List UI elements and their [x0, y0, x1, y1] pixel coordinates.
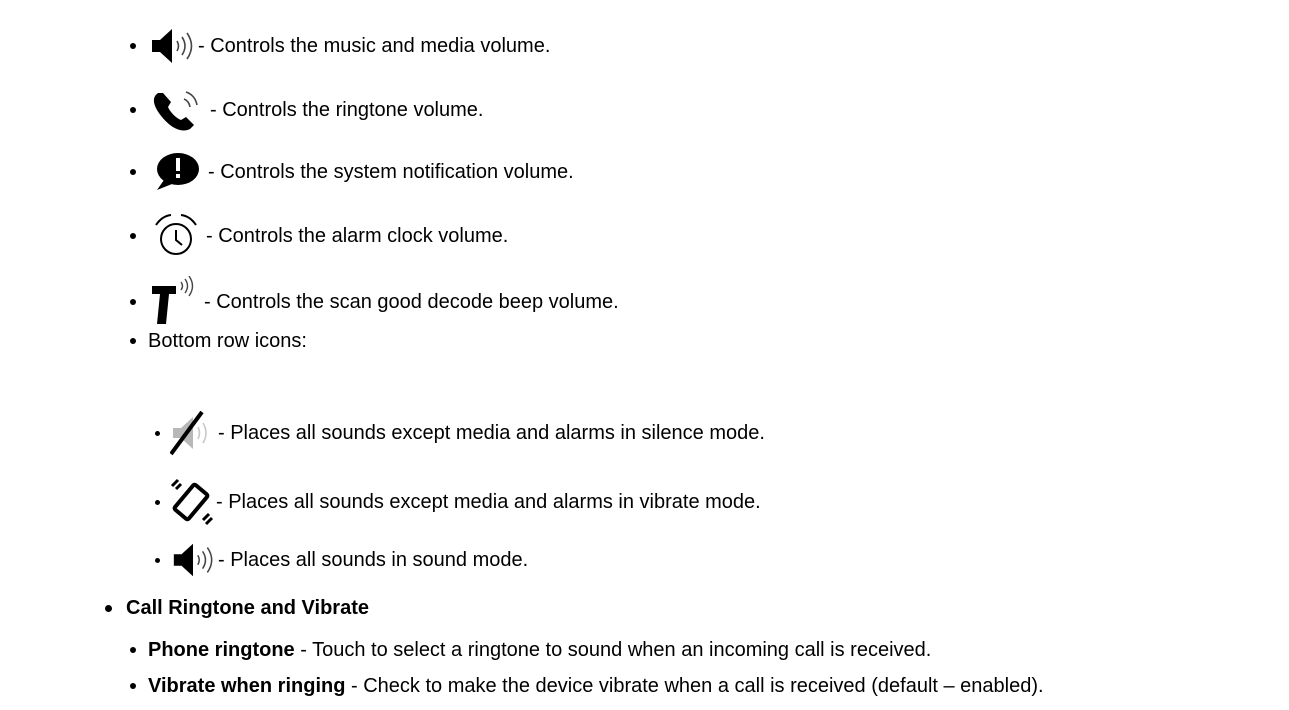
bullet	[130, 683, 136, 689]
list-item: - Controls the scan good decode beep vol…	[130, 276, 619, 328]
item-text: - Places all sounds except media and ala…	[216, 491, 761, 513]
bullet	[105, 604, 112, 612]
list-item: - Controls the system notification volum…	[130, 150, 574, 194]
bottom-row-label: Bottom row icons:	[148, 330, 307, 352]
vibrate-phone-icon	[170, 478, 214, 526]
alarm-clock-icon	[148, 213, 204, 259]
item-text: - Controls the music and media volume.	[198, 35, 551, 57]
item-text: - Touch to select a ringtone to sound wh…	[294, 639, 932, 661]
item-text: - Controls the ringtone volume.	[210, 99, 484, 121]
bullet	[130, 233, 136, 239]
bullet	[130, 338, 136, 344]
bullet	[155, 557, 160, 563]
item-text: - Places all sounds in sound mode.	[218, 549, 529, 571]
list-item: - Places all sounds except media and ala…	[155, 410, 765, 456]
list-item: - Controls the alarm clock volume.	[130, 213, 508, 259]
scanner-beep-icon	[148, 276, 202, 328]
item-text: - Places all sounds except media and ala…	[218, 422, 765, 444]
list-item: - Places all sounds except media and ala…	[155, 478, 761, 526]
bullet	[130, 647, 136, 653]
bullet	[130, 299, 136, 305]
list-item: - Controls the music and media volume.	[130, 26, 550, 66]
item-term: Phone ringtone	[148, 639, 295, 661]
item-text: - Controls the system notification volum…	[208, 161, 574, 183]
phone-ringing-icon	[148, 87, 208, 133]
list-item: Call Ringtone and Vibrate	[105, 596, 369, 620]
item-text: - Check to make the device vibrate when …	[345, 675, 1044, 697]
notification-bubble-icon	[148, 150, 206, 194]
bullet	[130, 107, 136, 113]
item-text: - Controls the alarm clock volume.	[206, 225, 509, 247]
speaker-muted-icon	[170, 410, 216, 456]
list-item: - Controls the ringtone volume.	[130, 87, 483, 133]
item-text: - Controls the scan good decode beep vol…	[204, 291, 619, 313]
item-term: Vibrate when ringing	[148, 675, 346, 697]
list-item: Phone ringtone - Touch to select a ringt…	[130, 638, 931, 662]
speaker-volume-icon	[148, 26, 196, 66]
bullet	[130, 169, 136, 175]
section-title: Call Ringtone and Vibrate	[126, 597, 369, 619]
bullet	[155, 430, 160, 436]
list-item: Bottom row icons:	[130, 329, 307, 353]
list-item: Vibrate when ringing - Check to make the…	[130, 674, 1044, 698]
bullet	[155, 499, 160, 505]
bullet	[130, 43, 136, 49]
speaker-volume-icon	[170, 540, 216, 580]
list-item: - Places all sounds in sound mode.	[155, 540, 528, 580]
